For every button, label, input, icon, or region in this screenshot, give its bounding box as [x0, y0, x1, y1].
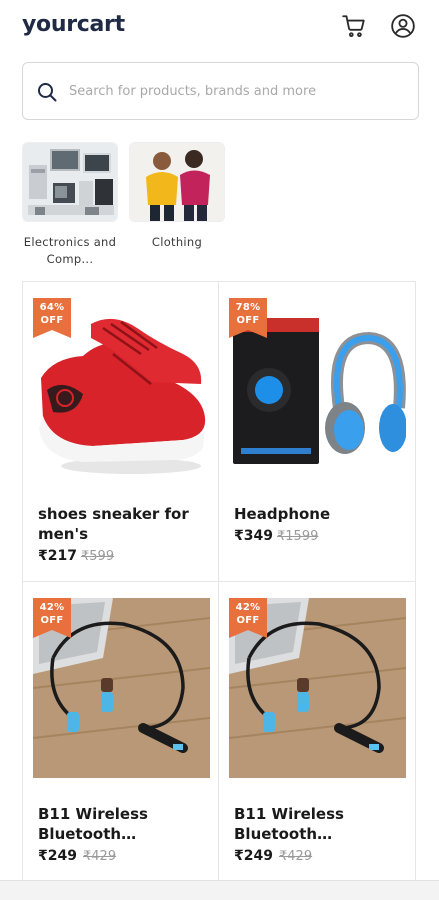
product-grid: 64% OFF shoes sneaker for men's ₹217 ₹59…	[22, 281, 416, 882]
category-label: Clothing	[151, 235, 203, 249]
search-input[interactable]	[69, 63, 409, 119]
category-label: Electronics and Comp...	[23, 235, 117, 266]
category-strip: Electronics and Comp... Clothing	[22, 142, 422, 272]
product-price: ₹249	[234, 848, 273, 864]
clothing-image	[129, 142, 225, 222]
product-name: B11 Wireless Bluetooth Earphones	[38, 805, 148, 843]
product-mrp: ₹599	[81, 549, 115, 564]
product-price: ₹217	[38, 548, 77, 564]
app-logo[interactable]: yourcart	[22, 12, 125, 37]
product-card[interactable]: 78% OFF Headphone ₹349 ₹1599	[219, 282, 416, 582]
product-card[interactable]: 64% OFF shoes sneaker for men's ₹217 ₹59…	[22, 282, 219, 582]
discount-badge: 42% OFF	[229, 598, 267, 638]
product-price: ₹349	[234, 528, 273, 544]
product-card[interactable]: 42% OFF B11 Wireless Bluetooth Earphones…	[219, 582, 416, 882]
product-name: shoes sneaker for men's	[38, 505, 189, 543]
account-icon	[391, 14, 415, 38]
product-name: Headphone	[234, 505, 331, 523]
discount-badge: 78% OFF	[229, 298, 267, 338]
product-name: B11 Wireless Bluetooth Earphones	[234, 805, 344, 843]
cart-button[interactable]	[340, 12, 368, 40]
category-item-electronics[interactable]: Electronics and Comp...	[22, 142, 118, 268]
app-header: yourcart	[0, 0, 439, 56]
account-button[interactable]	[389, 12, 417, 40]
bottom-bar	[0, 880, 439, 900]
cart-icon	[342, 15, 365, 37]
category-item-clothing[interactable]: Clothing	[129, 142, 225, 251]
product-card[interactable]: 42% OFF B11 Wireless Bluetooth Earphones…	[22, 582, 219, 882]
search-bar[interactable]	[22, 62, 419, 120]
discount-badge: 42% OFF	[33, 598, 71, 638]
electronics-image	[22, 142, 118, 222]
product-mrp: ₹429	[279, 849, 313, 864]
search-icon	[38, 83, 57, 102]
product-mrp: ₹429	[83, 849, 117, 864]
product-mrp: ₹1599	[277, 529, 319, 544]
product-price: ₹249	[38, 848, 77, 864]
discount-badge: 64% OFF	[33, 298, 71, 338]
